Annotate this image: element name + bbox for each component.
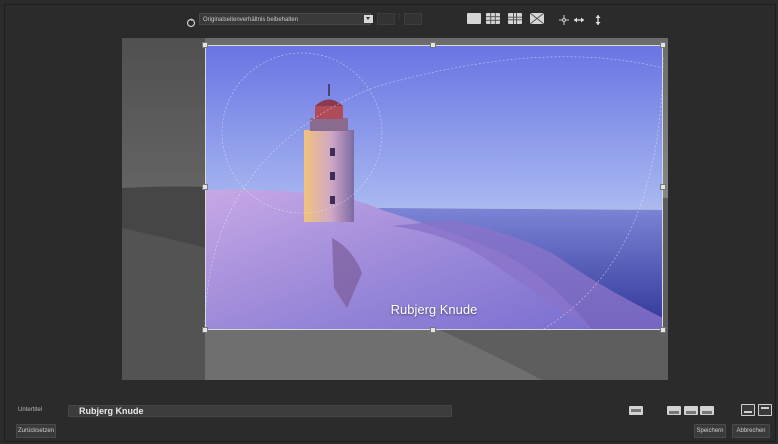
grid-diagonal-icon[interactable] — [530, 13, 544, 24]
reset-button[interactable]: Zurücksetzen — [16, 424, 56, 438]
caption-align-center-icon[interactable] — [684, 406, 698, 415]
caption-align-right-icon[interactable] — [700, 406, 714, 415]
crop-handle-top[interactable] — [430, 42, 436, 48]
grid-1x1-icon[interactable] — [467, 13, 481, 24]
subtitle-input[interactable]: Rubjerg Knude — [68, 405, 452, 417]
caption-align-left-icon[interactable] — [667, 406, 681, 415]
cancel-button[interactable]: Abbrechen — [732, 424, 770, 438]
image-caption: Rubjerg Knude — [390, 302, 478, 317]
flip-horizontal-icon[interactable] — [573, 13, 585, 25]
ratio-width-input[interactable] — [377, 13, 395, 25]
crop-frame[interactable] — [205, 45, 663, 330]
save-button[interactable]: Speichern — [694, 424, 726, 438]
chevron-down-icon[interactable] — [364, 15, 373, 23]
crop-handle-bottom-right[interactable] — [660, 327, 666, 333]
crop-handle-bottom[interactable] — [430, 327, 436, 333]
crop-handle-top-left[interactable] — [202, 42, 208, 48]
ratio-height-input[interactable] — [404, 13, 422, 25]
crop-handle-top-right[interactable] — [660, 42, 666, 48]
flip-vertical-icon[interactable] — [592, 13, 604, 25]
toolbar: Originalseitenverhältnis beibehalten : — [0, 10, 778, 32]
crop-handle-left[interactable] — [202, 184, 208, 190]
crop-handle-bottom-left[interactable] — [202, 327, 208, 333]
subtitle-label: Untertitel — [18, 407, 43, 413]
center-icon[interactable] — [558, 13, 570, 25]
grid-3x3-icon[interactable] — [486, 13, 500, 24]
ratio-separator: : — [398, 13, 400, 20]
crop-handle-right[interactable] — [660, 184, 666, 190]
caption-position-top-icon[interactable] — [758, 404, 772, 416]
caption-position-bottom-icon[interactable] — [741, 404, 755, 416]
aspect-ratio-select[interactable]: Originalseitenverhältnis beibehalten — [199, 13, 371, 25]
rotate-icon[interactable] — [186, 15, 196, 28]
caption-style-icon[interactable] — [629, 406, 643, 415]
grid-golden-icon[interactable] — [508, 13, 522, 24]
